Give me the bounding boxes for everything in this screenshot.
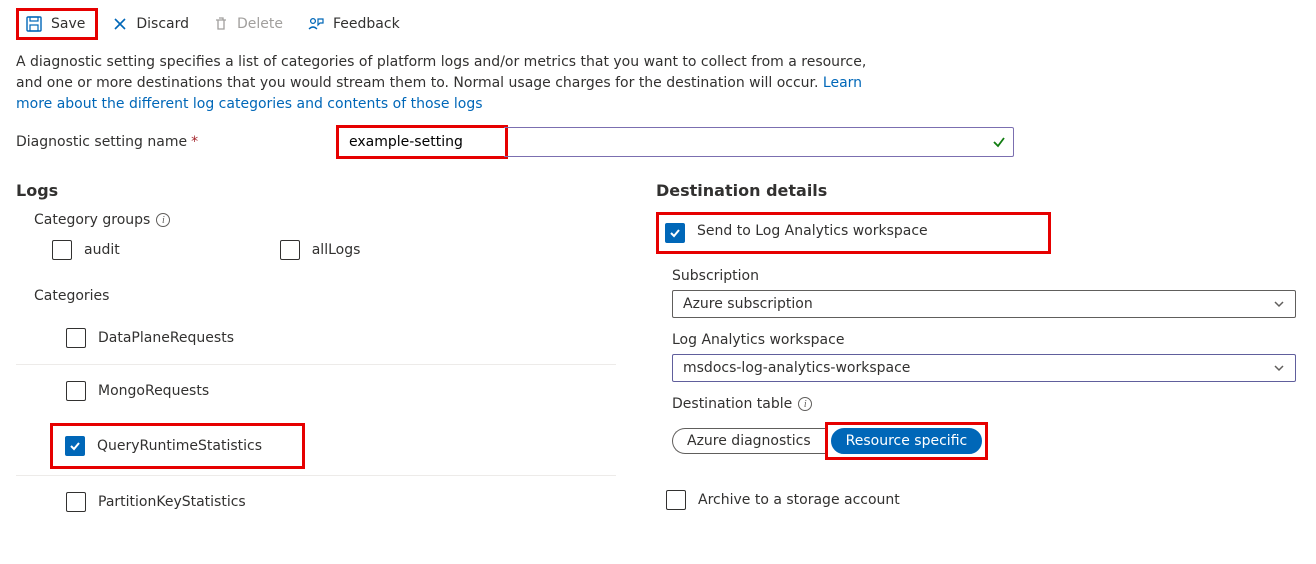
save-label: Save (51, 16, 85, 32)
discard-button[interactable]: Discard (106, 12, 199, 36)
highlight-save: Save (16, 8, 98, 40)
feedback-label: Feedback (333, 16, 400, 32)
subscription-select[interactable]: Azure subscription (672, 290, 1296, 318)
checkbox-send-law[interactable] (665, 223, 685, 243)
diagnostic-name-input[interactable] (341, 130, 501, 154)
subscription-label: Subscription (672, 268, 1296, 284)
workspace-value: msdocs-log-analytics-workspace (683, 360, 910, 376)
chevron-down-icon (1273, 362, 1285, 374)
checkbox-queryruntimestatistics[interactable] (65, 436, 85, 456)
pill-resource-specific[interactable]: Resource specific (831, 428, 983, 454)
diagnostic-name-label: Diagnostic setting name* (16, 134, 316, 150)
discard-label: Discard (136, 16, 189, 32)
category-row: PartitionKeyStatistics (16, 475, 616, 528)
trash-icon (213, 16, 229, 32)
diagnostic-name-row: Diagnostic setting name* (0, 115, 1316, 173)
category-row: MongoRequests (16, 364, 616, 417)
feedback-icon (307, 16, 325, 32)
label-audit: audit (84, 242, 120, 258)
destination-table-toggle: Azure diagnostics Resource specific (672, 422, 988, 460)
category-label: MongoRequests (98, 383, 209, 399)
checkbox-archive-storage[interactable] (666, 490, 686, 510)
highlight-resource-specific: Resource specific (825, 422, 989, 460)
info-icon[interactable]: i (798, 397, 812, 411)
toolbar: Save Discard Delete Feedback (0, 0, 1316, 52)
logs-heading: Logs (16, 181, 616, 200)
subscription-value: Azure subscription (683, 296, 813, 312)
close-icon (112, 16, 128, 32)
archive-label: Archive to a storage account (698, 492, 900, 508)
workspace-label: Log Analytics workspace (672, 332, 1296, 348)
category-label: QueryRuntimeStatistics (97, 438, 262, 454)
highlight-queryruntime: QueryRuntimeStatistics (50, 423, 305, 469)
checkbox-dataplanerequests[interactable] (66, 328, 86, 348)
destination-heading: Destination details (656, 181, 1296, 200)
info-icon[interactable]: i (156, 213, 170, 227)
logs-section: Logs Category groups i audit allLogs Cat… (16, 177, 616, 528)
description-text: A diagnostic setting specifies a list of… (0, 52, 900, 115)
category-row: DataPlaneRequests (16, 312, 616, 364)
pill-azure-diagnostics[interactable]: Azure diagnostics (672, 428, 825, 454)
validation-check-icon (992, 135, 1006, 149)
destination-section: Destination details Send to Log Analytic… (656, 177, 1296, 528)
required-asterisk: * (191, 134, 198, 150)
destination-table-label: Destination table i (672, 396, 1296, 412)
checkbox-mongorequests[interactable] (66, 381, 86, 401)
checkbox-partitionkeystatistics[interactable] (66, 492, 86, 512)
category-label: PartitionKeyStatistics (98, 494, 246, 510)
checkbox-audit[interactable] (52, 240, 72, 260)
highlight-name-input (336, 125, 508, 159)
chevron-down-icon (1273, 298, 1285, 310)
workspace-select[interactable]: msdocs-log-analytics-workspace (672, 354, 1296, 382)
category-label: DataPlaneRequests (98, 330, 234, 346)
save-button[interactable]: Save (19, 11, 95, 37)
delete-label: Delete (237, 16, 283, 32)
category-groups-label: Category groups i (34, 212, 616, 228)
categories-label: Categories (34, 288, 616, 304)
highlight-send-law: Send to Log Analytics workspace (656, 212, 1051, 254)
checkbox-alllogs[interactable] (280, 240, 300, 260)
send-law-label: Send to Log Analytics workspace (697, 223, 928, 243)
delete-button: Delete (207, 12, 293, 36)
label-alllogs: allLogs (312, 242, 361, 258)
save-icon (25, 15, 43, 33)
feedback-button[interactable]: Feedback (301, 12, 410, 36)
